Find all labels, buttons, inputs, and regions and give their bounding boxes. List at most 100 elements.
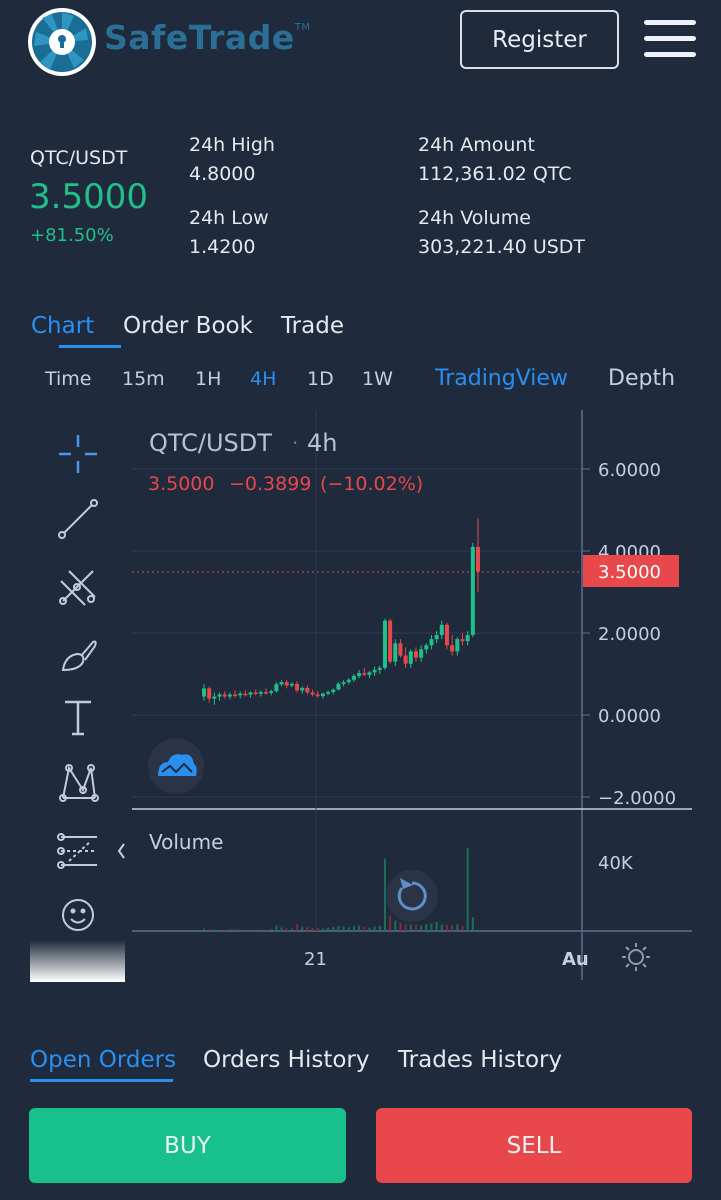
candle-body bbox=[331, 689, 336, 693]
candle-body bbox=[279, 682, 284, 685]
candle-body bbox=[227, 694, 232, 697]
candle-body bbox=[238, 693, 243, 696]
volume-bar bbox=[327, 927, 330, 931]
tab-open-orders[interactable]: Open Orders bbox=[30, 1047, 176, 1073]
pattern-icon[interactable] bbox=[50, 758, 106, 808]
measure-icon[interactable] bbox=[50, 825, 106, 875]
volume-bar bbox=[430, 923, 433, 931]
collapse-chevron-icon[interactable] bbox=[117, 843, 125, 859]
tab-trades-history[interactable]: Trades History bbox=[398, 1047, 562, 1073]
sell-button[interactable]: SELL bbox=[376, 1108, 692, 1183]
volume-bar bbox=[239, 929, 242, 931]
volume-bar bbox=[270, 929, 273, 931]
volume-bar bbox=[451, 925, 454, 931]
volume-bar bbox=[296, 924, 299, 931]
candle-body bbox=[388, 620, 393, 662]
candle-body bbox=[460, 639, 465, 642]
brush-icon[interactable] bbox=[50, 628, 106, 678]
price-chart[interactable]: 6.00004.00002.00000.0000−2.0000 3.5000 4… bbox=[0, 0, 721, 1000]
candle-body bbox=[434, 635, 439, 640]
candle-body bbox=[315, 694, 320, 697]
candle-body bbox=[429, 639, 434, 646]
volume-bar bbox=[203, 928, 205, 931]
volume-bar bbox=[363, 926, 366, 931]
candle-body bbox=[305, 687, 310, 693]
last-price-tag-text: 3.5000 bbox=[598, 562, 661, 583]
candle-body bbox=[455, 639, 460, 652]
volume-bar bbox=[435, 922, 438, 931]
chart-delta: −0.3899 bbox=[229, 473, 311, 495]
volume-bar bbox=[254, 929, 257, 931]
volume-tick-label: 40K bbox=[598, 853, 634, 874]
candle-body bbox=[207, 688, 212, 699]
candle-body bbox=[419, 649, 424, 658]
candle-body bbox=[264, 692, 269, 694]
volume-bar bbox=[332, 926, 335, 931]
volume-bar bbox=[409, 924, 412, 931]
candle-body bbox=[300, 687, 305, 691]
candle-body bbox=[377, 667, 382, 670]
candle-body bbox=[398, 643, 403, 656]
trend-line-icon[interactable] bbox=[50, 494, 106, 544]
chart-delta-pct: (−10.02%) bbox=[320, 473, 423, 495]
candle-body bbox=[310, 692, 315, 695]
candle-body bbox=[382, 620, 387, 668]
y-tick-label: 6.0000 bbox=[598, 460, 661, 481]
y-tick-label: 2.0000 bbox=[598, 624, 661, 645]
volume-bar bbox=[208, 929, 211, 931]
candle-body bbox=[444, 624, 449, 646]
candle-body bbox=[393, 643, 398, 662]
chart-interval: 4h bbox=[307, 429, 337, 457]
volume-bar bbox=[389, 915, 392, 931]
buy-button[interactable]: BUY bbox=[29, 1108, 346, 1183]
volume-bar bbox=[456, 924, 459, 931]
crosshair-icon[interactable] bbox=[50, 429, 106, 479]
volume-bar bbox=[306, 927, 309, 931]
volume-bar bbox=[218, 929, 221, 931]
candle-body bbox=[424, 645, 429, 650]
volume-bar bbox=[358, 925, 361, 931]
volume-bar bbox=[373, 926, 376, 931]
volume-bar bbox=[337, 925, 340, 931]
settings-gear-icon[interactable] bbox=[622, 943, 650, 971]
volume-bar bbox=[301, 926, 304, 931]
candle-body bbox=[202, 688, 206, 697]
tab-open-orders-underline bbox=[30, 1079, 173, 1082]
x-tick-label: 21 bbox=[304, 949, 327, 970]
candle-body bbox=[274, 684, 279, 692]
volume-bar bbox=[275, 925, 278, 931]
y-axis-labels: 6.00004.00002.00000.0000−2.0000 bbox=[598, 460, 676, 809]
volume-bar bbox=[394, 920, 397, 931]
candle-body bbox=[439, 624, 444, 636]
candle-body bbox=[222, 694, 227, 697]
candle-body bbox=[326, 692, 331, 694]
tradingview-logo-icon[interactable] bbox=[148, 738, 204, 794]
candle-body bbox=[351, 676, 356, 680]
candle-body bbox=[320, 693, 325, 697]
volume-bar bbox=[445, 924, 448, 931]
candle-body bbox=[367, 672, 372, 675]
volume-bar bbox=[466, 848, 469, 931]
candle-body bbox=[372, 669, 377, 673]
text-icon[interactable] bbox=[50, 692, 106, 742]
chart-symbol: QTC/USDT bbox=[149, 429, 272, 457]
candle-body bbox=[362, 673, 367, 675]
candle-body bbox=[295, 683, 300, 691]
volume-bar bbox=[249, 929, 252, 931]
candle-body bbox=[253, 692, 258, 694]
pitchfork-icon[interactable] bbox=[50, 561, 106, 611]
reset-chart-icon[interactable] bbox=[386, 870, 438, 922]
volume-bar bbox=[399, 922, 402, 931]
candle-body bbox=[346, 679, 351, 683]
volume-bar bbox=[259, 929, 262, 931]
y-tick-label: −2.0000 bbox=[598, 788, 676, 809]
candle-body bbox=[341, 682, 346, 684]
candle-body bbox=[258, 692, 263, 694]
candle-body bbox=[408, 651, 413, 664]
candle-body bbox=[233, 694, 238, 696]
tab-orders-history[interactable]: Orders History bbox=[203, 1047, 369, 1073]
volume-bar bbox=[244, 929, 247, 931]
volume-bar bbox=[420, 925, 423, 931]
emoji-icon[interactable] bbox=[50, 890, 106, 940]
volume-pane-label: Volume bbox=[149, 830, 223, 854]
